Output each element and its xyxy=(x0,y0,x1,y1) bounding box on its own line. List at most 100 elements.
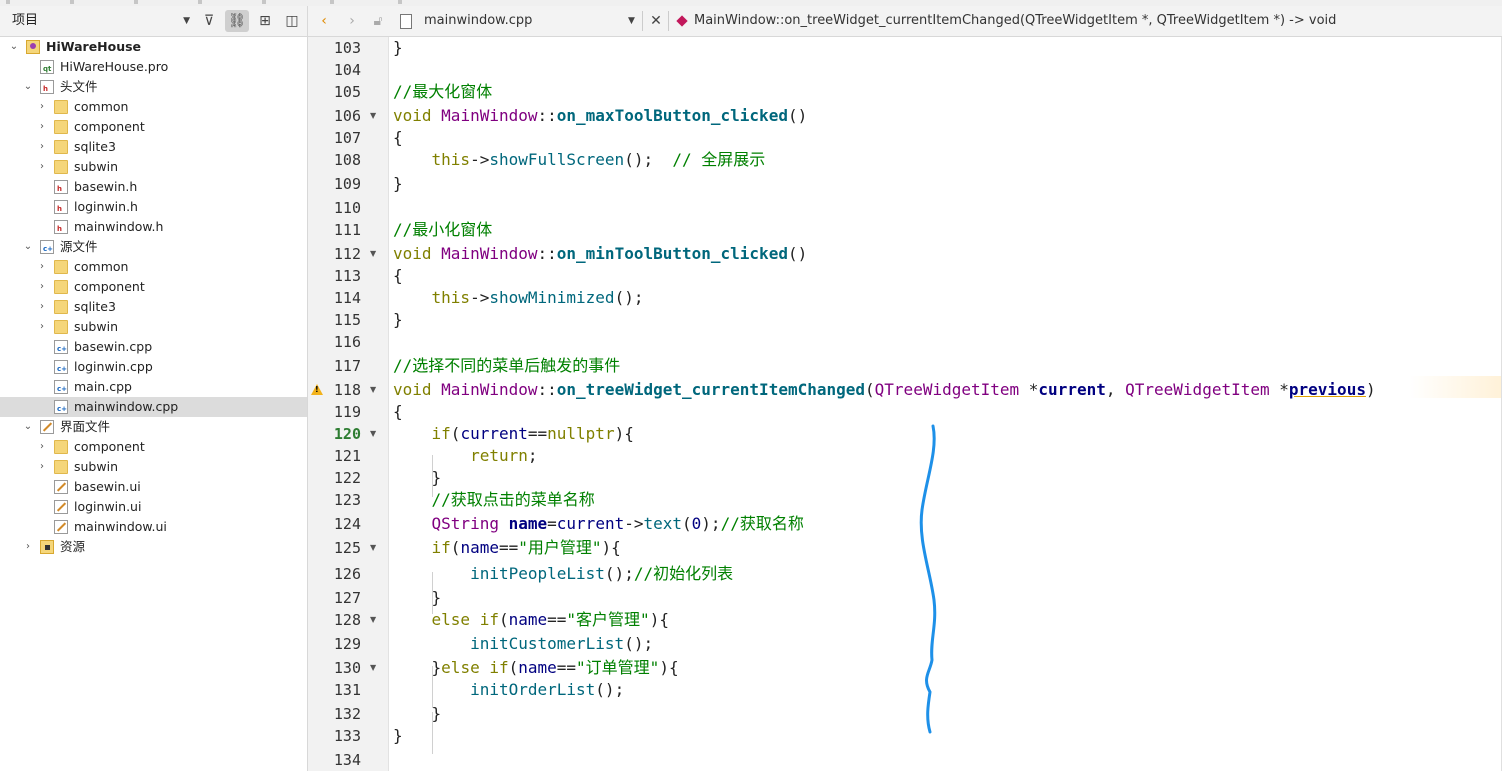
tree-item-label: common xyxy=(74,99,129,114)
chevron-right-icon[interactable]: › xyxy=(36,457,48,477)
chevron-right-icon[interactable]: › xyxy=(36,97,48,117)
tree-item[interactable]: h basewin.h xyxy=(0,177,307,197)
tree-item-label: mainwindow.cpp xyxy=(74,399,179,414)
tree-item[interactable]: c+ basewin.cpp xyxy=(0,337,307,357)
cpp-file-icon: c+ xyxy=(54,380,68,394)
current-symbol-selector[interactable]: MainWindow::on_treeWidget_currentItemCha… xyxy=(694,10,1336,32)
back-arrow-icon[interactable]: ‹ xyxy=(314,10,334,32)
chevron-right-icon[interactable]: › xyxy=(36,157,48,177)
h-file-icon: h xyxy=(54,180,68,194)
tree-item-label: loginwin.ui xyxy=(74,499,142,514)
line-number: 103 xyxy=(333,39,361,57)
code-token: QTreeWidgetItem xyxy=(1125,380,1270,399)
line-number: 129 xyxy=(333,635,361,653)
tree-item[interactable]: h loginwin.h xyxy=(0,197,307,217)
fold-marker-icon[interactable]: ▼ xyxy=(370,658,376,678)
code-token: showMinimized xyxy=(489,288,615,307)
filter-icon[interactable]: ⊽ xyxy=(197,10,221,32)
code-token: ){ xyxy=(601,538,621,557)
tree-item-label: component xyxy=(74,279,145,294)
tree-item-label: 资源 xyxy=(60,539,86,554)
tree-item[interactable]: ⌄ 界面文件 xyxy=(0,417,307,437)
tree-item[interactable]: basewin.ui xyxy=(0,477,307,497)
chevron-right-icon[interactable]: › xyxy=(22,537,34,557)
folder-icon xyxy=(54,260,68,274)
open-file-name[interactable]: mainwindow.cpp xyxy=(424,10,532,32)
tree-item[interactable]: › common xyxy=(0,97,307,117)
tree-item[interactable]: › component xyxy=(0,117,307,137)
tree-item[interactable]: › subwin xyxy=(0,317,307,337)
chevron-down-icon[interactable]: ▼ xyxy=(628,10,635,32)
tree-item[interactable]: loginwin.ui xyxy=(0,497,307,517)
code-token: // 全屏展示 xyxy=(672,150,766,169)
code-token: (); xyxy=(624,150,673,169)
line-number: 107 xyxy=(333,129,361,147)
fold-marker-icon[interactable]: ▼ xyxy=(370,106,376,126)
fold-marker-icon[interactable]: ▼ xyxy=(370,424,376,444)
chevron-right-icon[interactable]: › xyxy=(36,317,48,337)
code-token: ){ xyxy=(659,658,679,677)
lock-icon[interactable]: 🔓︎ xyxy=(368,10,388,32)
code-token: on_treeWidget_currentItemChanged xyxy=(556,380,866,399)
code-line: } xyxy=(393,468,442,488)
chevron-down-icon: ▼ xyxy=(183,16,190,26)
fold-marker-icon[interactable]: ▼ xyxy=(370,610,376,630)
chevron-down-icon[interactable]: ⌄ xyxy=(22,237,34,257)
code-token: if xyxy=(431,538,451,557)
tree-item[interactable]: › component xyxy=(0,277,307,297)
code-token: //选择不同的菜单后触发的事件 xyxy=(393,356,621,375)
warning-icon[interactable]: ! xyxy=(311,384,323,395)
forward-arrow-icon[interactable]: › xyxy=(342,10,362,32)
tree-item[interactable]: c+ mainwindow.cpp xyxy=(0,397,307,417)
chevron-down-icon[interactable]: ⌄ xyxy=(8,37,20,57)
tree-item[interactable]: h mainwindow.h xyxy=(0,217,307,237)
tree-item[interactable]: › common xyxy=(0,257,307,277)
tree-item[interactable]: › sqlite3 xyxy=(0,137,307,157)
tree-item[interactable]: › 资源 xyxy=(0,537,307,557)
chevron-right-icon[interactable]: › xyxy=(36,117,48,137)
line-number: 113 xyxy=(333,267,361,285)
chevron-right-icon[interactable]: › xyxy=(36,297,48,317)
code-line: } xyxy=(393,38,403,58)
tree-item[interactable]: c+ loginwin.cpp xyxy=(0,357,307,377)
code-token: initPeopleList xyxy=(470,564,605,583)
h-file-icon: h xyxy=(54,200,68,214)
fold-marker-icon[interactable]: ▼ xyxy=(370,244,376,264)
tree-item[interactable]: ⌄ HiWareHouse xyxy=(0,37,307,57)
tree-item[interactable]: c+ main.cpp xyxy=(0,377,307,397)
code-line: this->showMinimized(); xyxy=(393,288,644,308)
tree-item[interactable]: › sqlite3 xyxy=(0,297,307,317)
close-document-icon[interactable]: ✕ xyxy=(648,10,664,32)
fold-marker-icon[interactable]: ▼ xyxy=(370,538,376,558)
code-line: } xyxy=(393,726,403,746)
project-view-selector[interactable]: 项目 ▼ xyxy=(6,10,192,32)
code-token: "用户管理" xyxy=(518,538,602,557)
link-editor-icon[interactable]: ⛓ xyxy=(225,10,249,32)
line-number: 127 xyxy=(333,589,361,607)
close-sidebar-icon[interactable]: ◫ xyxy=(280,10,304,32)
chevron-right-icon[interactable]: › xyxy=(36,277,48,297)
chevron-right-icon[interactable]: › xyxy=(36,137,48,157)
tree-item[interactable]: › subwin xyxy=(0,457,307,477)
folder-icon xyxy=(54,320,68,334)
tree-item[interactable]: qt HiWareHouse.pro xyxy=(0,57,307,77)
tree-item[interactable]: mainwindow.ui xyxy=(0,517,307,537)
fold-marker-icon[interactable]: ▼ xyxy=(370,380,376,400)
tree-item[interactable]: ⌄ h 头文件 xyxy=(0,77,307,97)
code-token: } xyxy=(393,658,442,677)
chevron-down-icon[interactable]: ⌄ xyxy=(22,77,34,97)
code-line: void MainWindow::on_maxToolButton_clicke… xyxy=(393,106,807,126)
tree-item[interactable]: ⌄ c+ 源文件 xyxy=(0,237,307,257)
chevron-down-icon[interactable]: ⌄ xyxy=(22,417,34,437)
code-token: nullptr xyxy=(547,424,615,443)
tree-item[interactable]: › component xyxy=(0,437,307,457)
add-split-icon[interactable]: ⊞ xyxy=(253,10,277,32)
chevron-right-icon[interactable]: › xyxy=(36,437,48,457)
folder-icon xyxy=(54,460,68,474)
code-token: current xyxy=(1038,380,1106,399)
code-token: * xyxy=(1269,380,1289,399)
chevron-right-icon[interactable]: › xyxy=(36,257,48,277)
tree-item[interactable]: › subwin xyxy=(0,157,307,177)
